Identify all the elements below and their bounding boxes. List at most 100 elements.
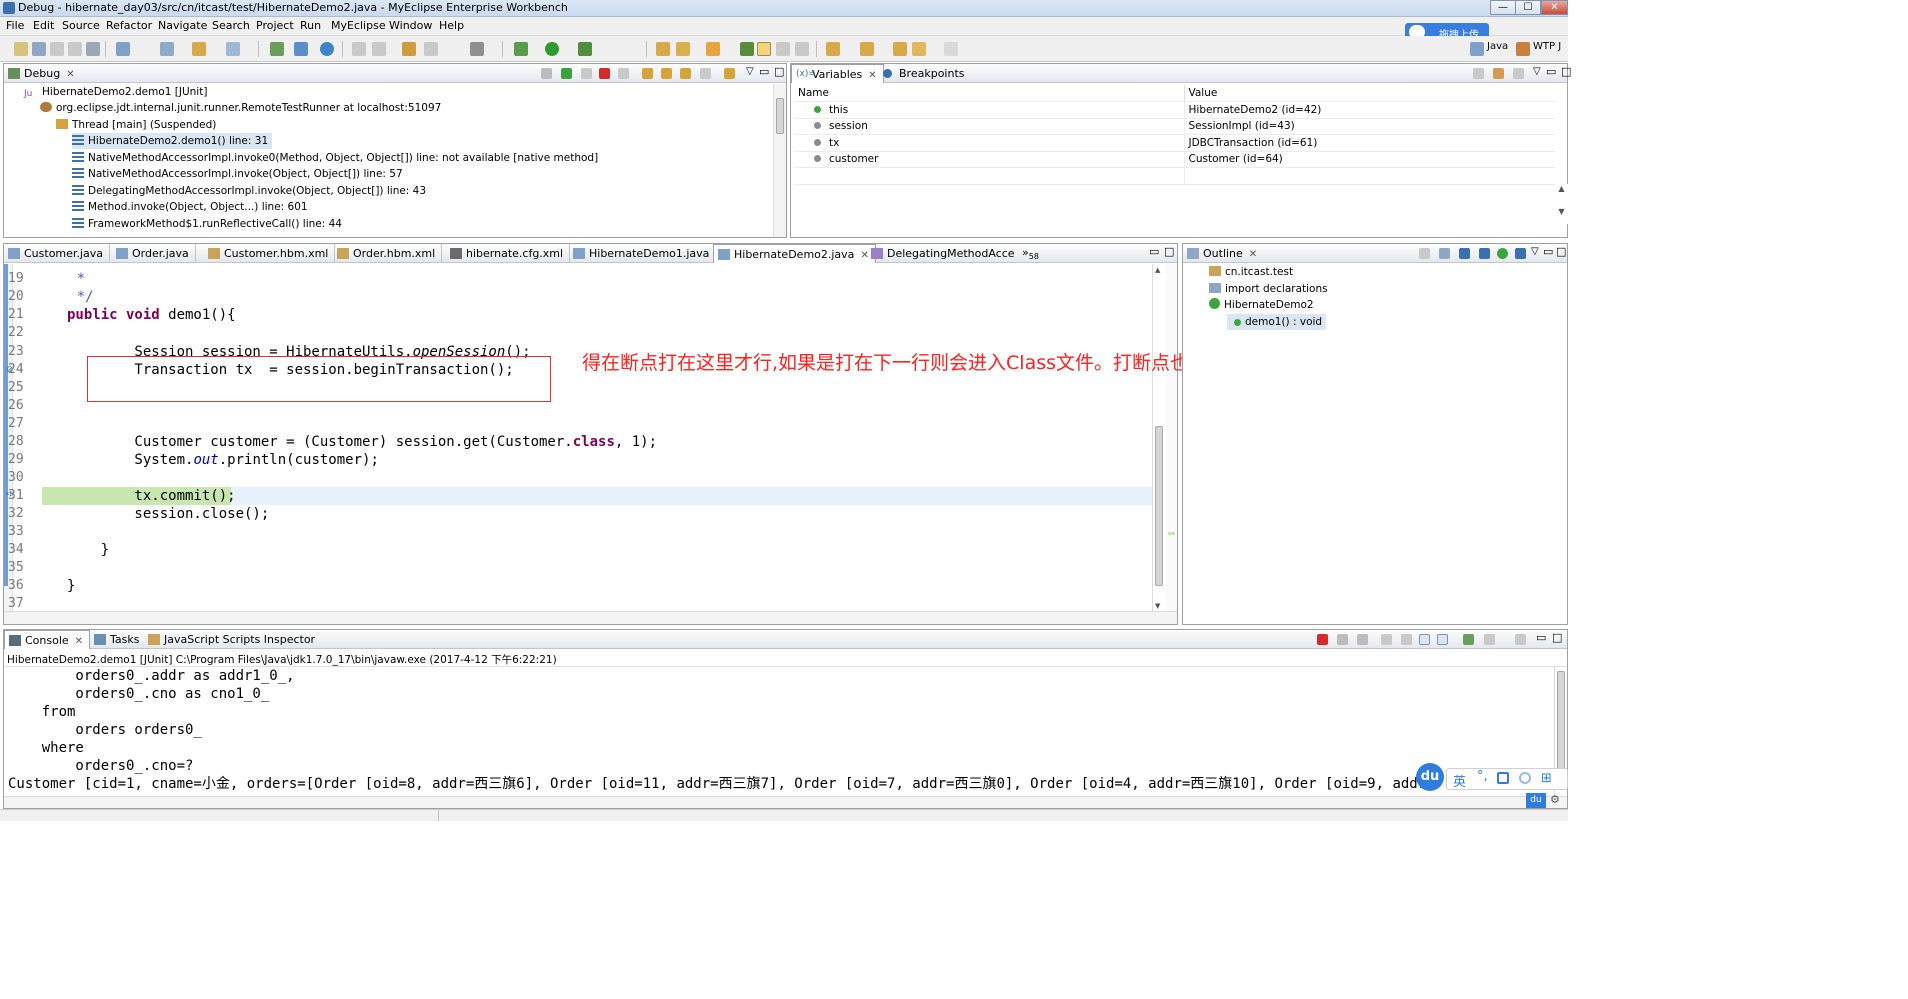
scroll-thumb[interactable] — [1155, 426, 1163, 586]
stack-frame[interactable]: HibernateDemo2.demo1() line: 31 — [72, 133, 273, 149]
table-row[interactable]: session SessionImpl (id=43) — [794, 118, 1556, 135]
block-selection-icon[interactable] — [776, 42, 790, 56]
scroll-up-icon[interactable]: ▲ — [1155, 266, 1160, 274]
column-header-value[interactable]: Value — [1184, 85, 1556, 102]
maximize-view-icon[interactable]: □ — [774, 65, 784, 78]
open-resource-icon[interactable] — [706, 42, 720, 56]
stack-frame[interactable]: NativeMethodAccessorImpl.invoke(Object, … — [72, 166, 403, 182]
debug-icon[interactable] — [514, 42, 528, 56]
show-whitespace-icon[interactable] — [795, 42, 809, 56]
code-line[interactable]: public void demo1(){ — [67, 306, 236, 324]
tab-delegatingmethodacce[interactable]: DelegatingMethodAcce — [867, 244, 1021, 263]
remove-all-terminated-icon[interactable] — [1357, 634, 1368, 645]
outline-method[interactable]: demo1() : void — [1227, 314, 1327, 330]
ime-language-toggle[interactable]: 英 — [1453, 771, 1466, 790]
globe-icon[interactable] — [320, 42, 334, 56]
open-console-icon[interactable] — [1515, 634, 1526, 645]
outline-class[interactable]: HibernateDemo2 — [1209, 297, 1314, 313]
code-line[interactable]: } — [67, 541, 109, 559]
hide-local-types-icon[interactable] — [1515, 248, 1526, 259]
minimize-view-icon[interactable]: ▭ — [1546, 65, 1556, 78]
perspective-java[interactable]: Java — [1487, 41, 1508, 52]
view-menu-icon[interactable]: ▽ — [1533, 66, 1541, 77]
perspective-wtp[interactable]: WTP J — [1533, 41, 1561, 52]
minimize-view-icon[interactable]: ▭ — [1543, 245, 1553, 258]
table-row[interactable]: this HibernateDemo2 (id=42) — [794, 101, 1556, 119]
show-on-stdout-icon[interactable] — [1419, 634, 1430, 645]
editor-scrollbar[interactable]: ▲ ▼ — [1152, 264, 1165, 612]
column-header-name[interactable]: Name — [794, 85, 1185, 102]
editor-horizontal-scrollbar[interactable] — [4, 611, 1177, 624]
previous-annotation-icon[interactable] — [860, 42, 874, 56]
resume-icon[interactable] — [561, 68, 572, 79]
collapse-all-icon[interactable] — [1513, 68, 1524, 79]
tree-thread[interactable]: Thread [main] (Suspended) — [56, 117, 216, 133]
compare-icon[interactable] — [372, 42, 386, 56]
step-into-icon[interactable] — [642, 68, 653, 79]
last-edit-location-icon[interactable] — [893, 42, 907, 56]
code-line[interactable]: Customer customer = (Customer) session.g… — [67, 433, 657, 451]
menu-refactor[interactable]: Refactor — [106, 19, 152, 32]
back-icon[interactable] — [912, 42, 926, 56]
tab-order-java[interactable]: Order.java — [112, 244, 196, 263]
hide-non-public-icon[interactable] — [1497, 248, 1508, 259]
menu-edit[interactable]: Edit — [33, 19, 54, 32]
tree-launch[interactable]: Ju HibernateDemo2.demo1 [JUnit] — [24, 84, 207, 100]
tab-customer-hbm-xml[interactable]: Customer.hbm.xml — [204, 244, 336, 263]
tab-debug[interactable]: Debug ✕ — [4, 64, 81, 83]
menu-help[interactable]: Help — [439, 19, 464, 32]
scroll-thumb[interactable] — [776, 98, 784, 134]
debug-scrollbar[interactable] — [773, 84, 786, 237]
ime-grid-icon[interactable]: ⊞ — [1541, 771, 1552, 786]
outline-package[interactable]: cn.itcast.test — [1209, 264, 1293, 280]
servers-icon[interactable] — [160, 42, 174, 56]
sort-icon[interactable] — [1439, 248, 1450, 259]
terminate-icon[interactable] — [1317, 634, 1328, 645]
open-task-icon[interactable] — [676, 42, 690, 56]
table-row[interactable]: tx JDBCTransaction (id=61) — [794, 134, 1556, 152]
remove-terminated-icon[interactable] — [541, 68, 552, 79]
save-all-icon[interactable] — [50, 42, 64, 56]
scroll-down-icon[interactable]: ▼ — [1155, 602, 1160, 610]
new-project-icon[interactable] — [116, 42, 130, 56]
maximize-view-icon[interactable]: □ — [1561, 65, 1571, 78]
collapse-all-icon[interactable] — [1419, 248, 1430, 259]
tab-outline[interactable]: Outline ✕ — [1183, 244, 1263, 263]
code-line[interactable]: session.close(); — [67, 505, 269, 523]
drop-to-frame-icon[interactable] — [700, 68, 711, 79]
outline-imports[interactable]: import declarations — [1209, 281, 1328, 297]
print-icon[interactable] — [86, 42, 100, 56]
maximize-button[interactable]: ☐ — [1515, 0, 1541, 15]
step-over-icon[interactable] — [661, 68, 672, 79]
hide-fields-icon[interactable] — [1459, 248, 1470, 259]
run-icon[interactable] — [545, 42, 559, 56]
baidu-ime-logo[interactable]: du — [1416, 763, 1444, 791]
toggle-mark-occurrences-icon[interactable] — [740, 42, 754, 56]
close-icon[interactable]: ✕ — [868, 70, 876, 81]
suspend-icon[interactable] — [581, 68, 592, 79]
browser-icon[interactable] — [294, 42, 308, 56]
menu-file[interactable]: File — [6, 19, 24, 32]
more-tabs-icon[interactable]: »58 — [1022, 246, 1039, 261]
maximize-view-icon[interactable]: □ — [1164, 245, 1174, 258]
disconnect-icon[interactable] — [618, 68, 629, 79]
code-line[interactable]: } — [67, 577, 75, 595]
show-type-names-icon[interactable] — [1473, 68, 1484, 79]
ime-punctuation-icon[interactable]: °, — [1477, 769, 1488, 784]
tray-settings-icon[interactable]: ⚙ — [1550, 793, 1564, 807]
tab-order-hbm-xml[interactable]: Order.hbm.xml — [333, 244, 443, 263]
hide-static-icon[interactable] — [1479, 248, 1490, 259]
menu-source[interactable]: Source — [62, 19, 100, 32]
pin-console-icon[interactable] — [1463, 634, 1474, 645]
scroll-lock-icon[interactable] — [1401, 634, 1412, 645]
show-on-stderr-icon[interactable] — [1437, 634, 1448, 645]
tab-customer-java[interactable]: Customer.java — [4, 244, 110, 263]
terminate-icon[interactable] — [599, 68, 610, 79]
tab-hibernatedemo2-java[interactable]: HibernateDemo2.java ✕ — [713, 244, 876, 263]
maximize-view-icon[interactable]: □ — [1552, 631, 1562, 644]
next-annotation-icon[interactable] — [826, 42, 840, 56]
close-button[interactable]: ✕ — [1541, 0, 1568, 15]
stack-frame[interactable]: FrameworkMethod$1.runReflectiveCall() li… — [72, 216, 342, 232]
forward-icon[interactable] — [944, 42, 958, 56]
tab-javascript-inspector[interactable]: JavaScript Scripts Inspector — [144, 630, 321, 649]
